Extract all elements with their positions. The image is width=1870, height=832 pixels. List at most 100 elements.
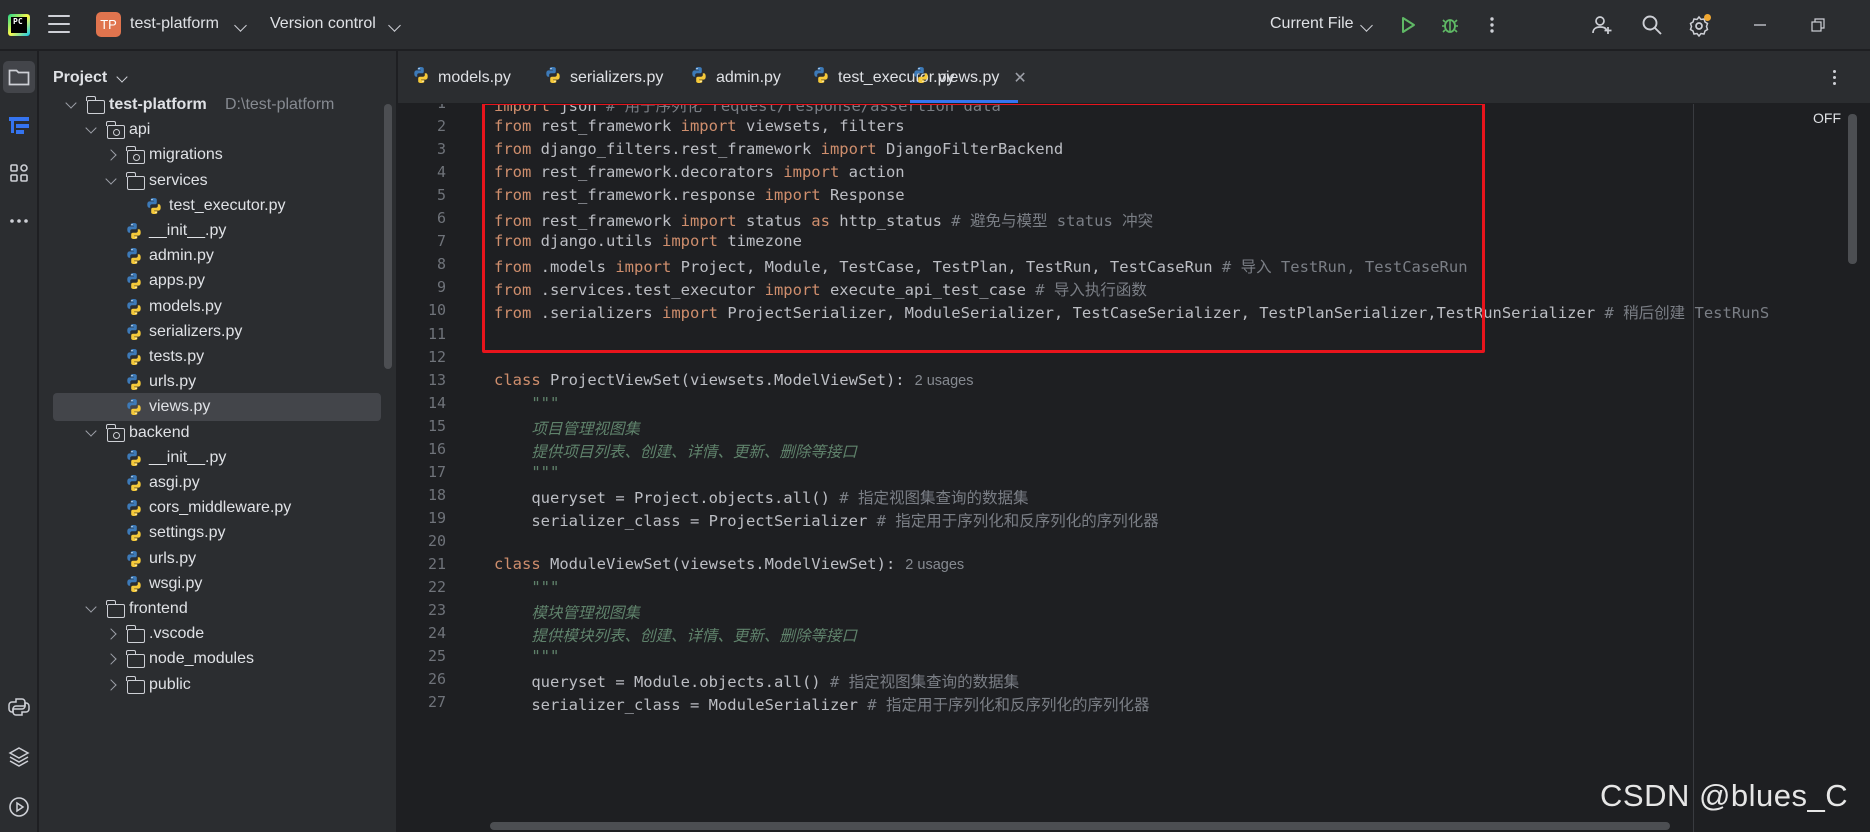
code-token: ModuleViewSet(viewsets.ModelViewSet): xyxy=(540,555,896,573)
tree-item[interactable]: tests.py xyxy=(53,343,381,371)
tree-item[interactable]: admin.py xyxy=(53,242,381,270)
chevron-right-icon[interactable] xyxy=(105,628,117,640)
search-icon[interactable] xyxy=(1640,13,1664,37)
python-file-icon xyxy=(125,524,145,542)
chevron-down-icon[interactable] xyxy=(85,122,97,134)
python-file-icon xyxy=(125,323,145,341)
more-icon[interactable] xyxy=(3,205,35,237)
tree-item-label: services xyxy=(149,171,208,189)
code-line[interactable]: 项目管理视图集 xyxy=(494,417,640,439)
project-badge[interactable]: TP xyxy=(96,12,121,37)
editor-horizontal-scrollbar[interactable] xyxy=(490,822,1670,830)
main-menu-icon[interactable] xyxy=(48,15,70,33)
project-panel-title[interactable]: Project xyxy=(53,69,107,87)
project-panel-scrollbar[interactable] xyxy=(384,104,392,369)
code-line[interactable]: 模块管理视图集 xyxy=(494,601,640,623)
minimize-icon[interactable] xyxy=(1748,13,1772,37)
tree-item[interactable]: .vscode xyxy=(53,620,381,648)
tree-item[interactable]: __init__.py xyxy=(53,444,381,472)
usages-hint[interactable]: 2 usages xyxy=(905,557,964,573)
plugins-icon[interactable] xyxy=(3,157,35,189)
chevron-right-icon[interactable] xyxy=(105,678,117,691)
code-line[interactable]: serializer_class = ProjectSerializer # 指… xyxy=(494,509,1158,531)
tab-actions-icon[interactable] xyxy=(1822,65,1846,89)
close-icon[interactable]: ✕ xyxy=(1013,68,1026,88)
code-line[interactable]: from .models import Project, Module, Tes… xyxy=(494,255,1468,277)
tree-item[interactable]: services xyxy=(53,167,381,195)
tab-serializers-py[interactable]: serializers.py xyxy=(544,51,663,104)
tree-item[interactable]: asgi.py xyxy=(53,469,381,497)
inspection-status[interactable]: OFF xyxy=(1813,110,1841,126)
code-line[interactable]: from rest_framework.decorators import ac… xyxy=(494,163,905,181)
tree-item[interactable]: backend xyxy=(53,419,381,447)
code-line[interactable]: from .serializers import ProjectSerializ… xyxy=(494,301,1769,323)
chevron-down-icon[interactable] xyxy=(65,97,77,109)
tree-item[interactable]: __init__.py xyxy=(53,217,381,245)
code-line[interactable]: serializer_class = ModuleSerializer # 指定… xyxy=(494,693,1149,715)
tree-item[interactable]: settings.py xyxy=(53,519,381,547)
chevron-down-icon[interactable] xyxy=(105,172,117,185)
tree-item[interactable]: node_modules xyxy=(53,645,381,673)
tree-item[interactable]: urls.py xyxy=(53,368,381,396)
more-actions-icon[interactable] xyxy=(1480,13,1504,37)
tree-item[interactable]: public xyxy=(53,671,381,699)
code-line[interactable]: queryset = Module.objects.all() # 指定视图集查… xyxy=(494,670,1019,692)
code-line[interactable]: """ xyxy=(494,647,559,665)
editor-vertical-scrollbar[interactable] xyxy=(1848,114,1857,264)
code-line[interactable]: from django_filters.rest_framework impor… xyxy=(494,140,1063,158)
code-line[interactable]: import json # 用于序列化 request/response/ass… xyxy=(494,104,1001,116)
chevron-down-icon[interactable] xyxy=(116,71,128,83)
tree-item[interactable]: frontend xyxy=(53,595,381,623)
restore-icon[interactable] xyxy=(1806,13,1830,37)
tree-item[interactable]: apps.py xyxy=(53,267,381,295)
settings-icon[interactable] xyxy=(1688,13,1712,37)
version-control-menu[interactable]: Version control xyxy=(270,15,376,33)
run-config-selector[interactable]: Current File xyxy=(1270,15,1354,33)
tree-item[interactable]: views.py xyxy=(53,393,381,422)
code-line[interactable]: class ModuleViewSet(viewsets.ModelViewSe… xyxy=(494,555,964,573)
code-line[interactable]: """ xyxy=(494,394,559,412)
tree-item[interactable]: serializers.py xyxy=(53,318,381,346)
python-console-icon[interactable] xyxy=(3,691,35,723)
chevron-down-icon[interactable] xyxy=(1360,19,1373,32)
tree-item[interactable]: urls.py xyxy=(53,545,381,573)
chevron-down-icon[interactable] xyxy=(388,19,401,32)
code-line[interactable]: 提供项目列表、创建、详情、更新、删除等接口 xyxy=(494,440,857,462)
run-panel-icon[interactable] xyxy=(3,791,35,823)
tab-models-py[interactable]: models.py xyxy=(412,51,511,104)
code-editor[interactable]: 1234567891011121314151617181920212223242… xyxy=(398,104,1870,832)
project-icon[interactable] xyxy=(3,61,35,93)
tab-views-py[interactable]: views.py ✕ xyxy=(912,51,1027,104)
pycharm-logo-icon[interactable]: PC xyxy=(8,14,30,36)
chevron-down-icon[interactable] xyxy=(85,424,97,437)
tab-admin-py[interactable]: admin.py xyxy=(690,51,781,104)
tree-item[interactable]: cors_middleware.py xyxy=(53,494,381,522)
chevron-down-icon[interactable] xyxy=(85,601,97,613)
usages-hint[interactable]: 2 usages xyxy=(915,373,974,389)
code-line[interactable]: from rest_framework import viewsets, fil… xyxy=(494,117,905,135)
chevron-down-icon[interactable] xyxy=(234,19,247,32)
code-line[interactable]: from rest_framework.response import Resp… xyxy=(494,186,905,204)
code-line[interactable]: """ xyxy=(494,578,559,596)
tree-item[interactable]: api xyxy=(53,116,381,144)
tree-item[interactable]: wsgi.py xyxy=(53,570,381,598)
tree-item[interactable]: models.py xyxy=(53,293,381,321)
code-line[interactable]: from rest_framework import status as htt… xyxy=(494,209,1153,231)
code-line[interactable]: """ xyxy=(494,463,559,481)
add-user-icon[interactable] xyxy=(1590,13,1614,37)
code-line[interactable]: from django.utils import timezone xyxy=(494,232,802,250)
services-icon[interactable] xyxy=(3,741,35,773)
tree-item[interactable]: migrations xyxy=(53,141,381,169)
code-line[interactable]: 提供模块列表、创建、详情、更新、删除等接口 xyxy=(494,624,857,646)
debug-icon[interactable] xyxy=(1438,13,1462,37)
project-name[interactable]: test-platform xyxy=(130,15,219,33)
chevron-right-icon[interactable] xyxy=(105,653,117,666)
run-icon[interactable] xyxy=(1396,13,1420,37)
code-line[interactable]: from .services.test_executor import exec… xyxy=(494,278,1147,300)
code-line[interactable]: queryset = Project.objects.all() # 指定视图集… xyxy=(494,486,1028,508)
code-line[interactable]: class ProjectViewSet(viewsets.ModelViewS… xyxy=(494,371,973,389)
structure-icon[interactable] xyxy=(3,109,35,141)
tree-item[interactable]: test-platform D:\test-platform xyxy=(53,91,381,119)
chevron-right-icon[interactable] xyxy=(105,149,117,162)
tree-item[interactable]: test_executor.py xyxy=(53,192,381,220)
